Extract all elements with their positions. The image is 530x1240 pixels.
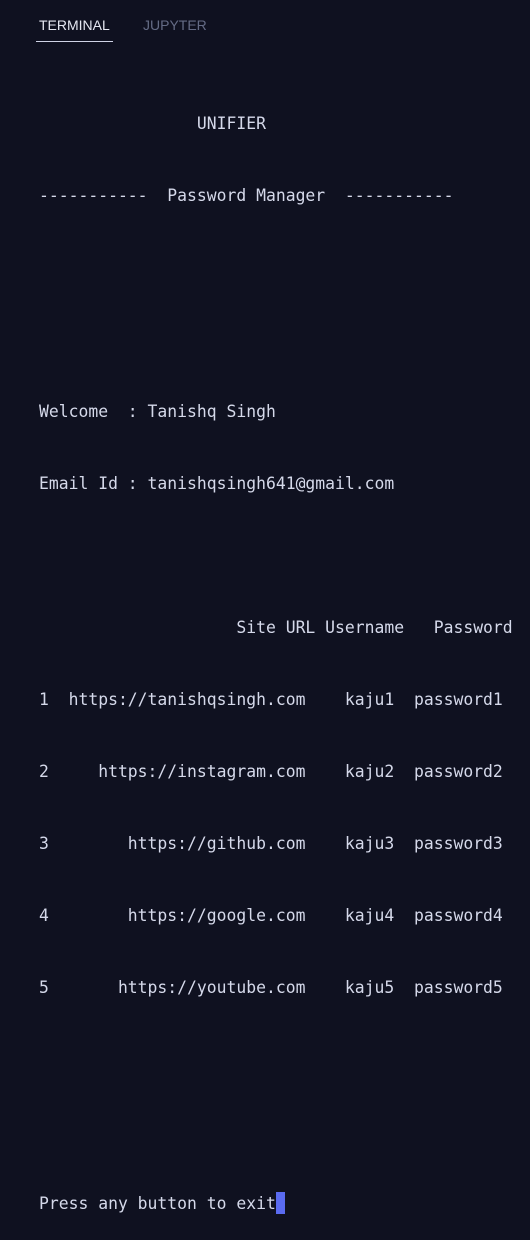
terminal-line-welcome: Welcome : Tanishq Singh [39,402,276,421]
terminal-line-subtitle: ----------- Password Manager ----------- [39,186,454,205]
terminal-cursor [275,1192,285,1214]
terminal-prompt-text: Press any button to exit [39,1194,276,1213]
tab-jupyter[interactable]: JUPYTER [143,16,207,41]
terminal-output[interactable]: UNIFIER ----------- Password Manager ---… [39,64,513,1240]
terminal-table-header: Site URL Username Password [39,618,513,637]
terminal-line-email: Email Id : tanishqsingh641@gmail.com [39,474,395,493]
terminal-table-row: 1 https://tanishqsingh.com kaju1 passwor… [39,690,503,709]
terminal-table-row: 5 https://youtube.com kaju5 password5 [39,978,503,997]
terminal-table-row: 4 https://google.com kaju4 password4 [39,906,503,925]
panel-tab-bar: TERMINAL JUPYTER [0,0,530,44]
tab-terminal[interactable]: TERMINAL [36,16,113,42]
terminal-table-row: 2 https://instagram.com kaju2 password2 [39,762,503,781]
terminal-prompt-line: Press any button to exit [39,1192,513,1216]
terminal-table-row: 3 https://github.com kaju3 password3 [39,834,503,853]
terminal-line-app-title: UNIFIER [39,114,266,133]
